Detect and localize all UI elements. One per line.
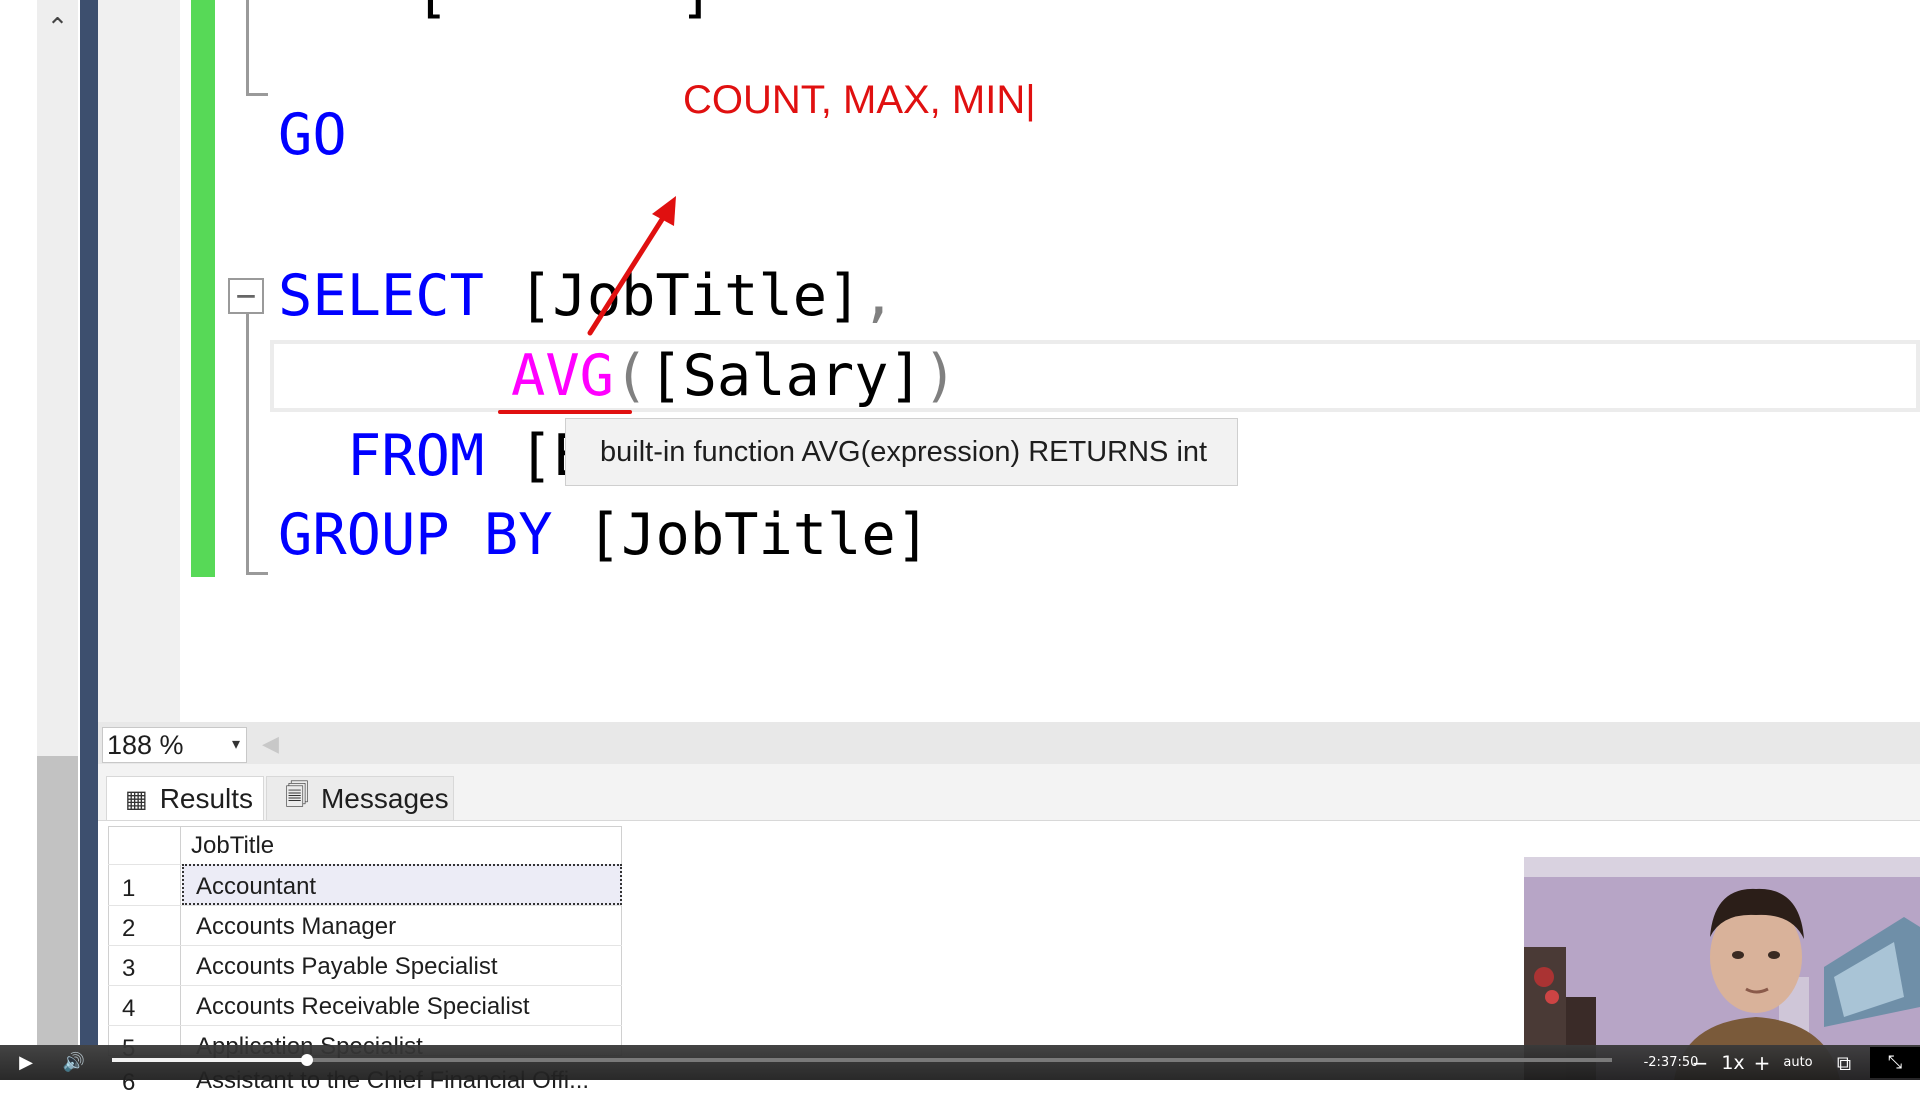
table-cell[interactable]: Accounts Receivable Specialist [196, 993, 530, 1021]
annotation-drawing [498, 196, 676, 414]
row-divider [108, 985, 622, 986]
row-number: 4 [122, 995, 136, 1022]
vertical-scrollbar-thumb[interactable] [37, 756, 78, 1045]
table-cell[interactable]: Accounts Payable Specialist [196, 953, 498, 981]
tab-results-label: Results [159, 782, 254, 814]
results-grid [108, 826, 622, 1056]
table-cell[interactable]: Accounts Manager [196, 913, 396, 941]
play-icon[interactable]: ▶ [10, 1047, 42, 1078]
speed-increase-icon[interactable]: + [1750, 1047, 1774, 1078]
row-divider [108, 1025, 622, 1026]
messages-icon: 🗐 [285, 781, 309, 809]
progress-track[interactable] [112, 1058, 1612, 1062]
tab-messages[interactable]: 🗐 Messages [266, 776, 454, 820]
row-number: 1 [122, 875, 136, 902]
table-cell[interactable]: Accountant [196, 873, 316, 901]
annotation-arrow-line [587, 207, 671, 336]
progress-handle[interactable] [301, 1054, 313, 1066]
picture-in-picture-icon[interactable]: ⧉ [1826, 1047, 1862, 1078]
intellisense-tooltip: built-in function AVG(expression) RETURN… [565, 418, 1238, 486]
row-divider [108, 905, 622, 906]
tab-messages-label: Messages [320, 782, 449, 814]
row-number: 2 [122, 915, 136, 942]
editor-horizontal-scrollbar[interactable] [98, 722, 1920, 764]
row-divider [108, 945, 622, 946]
zoom-dropdown[interactable]: 188 % ▾ [102, 727, 247, 763]
scroll-left-icon[interactable]: ◀ [262, 731, 279, 757]
zoom-value: 188 % [107, 730, 184, 760]
speed-decrease-icon[interactable]: − [1688, 1047, 1712, 1078]
annotation-arrow-head [652, 196, 676, 226]
tab-results[interactable]: ▦ Results [106, 776, 264, 820]
column-header-jobtitle[interactable]: JobTitle [191, 832, 274, 860]
quality-setting[interactable]: auto [1778, 1047, 1818, 1078]
row-number: 3 [122, 955, 136, 982]
volume-icon[interactable]: 🔊 [56, 1047, 92, 1078]
grid-icon: ▦ [125, 784, 148, 813]
row-number-column [108, 826, 181, 1056]
chevron-down-icon: ▾ [231, 736, 240, 753]
progress-fill [112, 1058, 307, 1062]
playback-speed[interactable]: 1x [1716, 1047, 1750, 1078]
fullscreen-exit-icon[interactable]: ⤡ [1870, 1047, 1920, 1078]
